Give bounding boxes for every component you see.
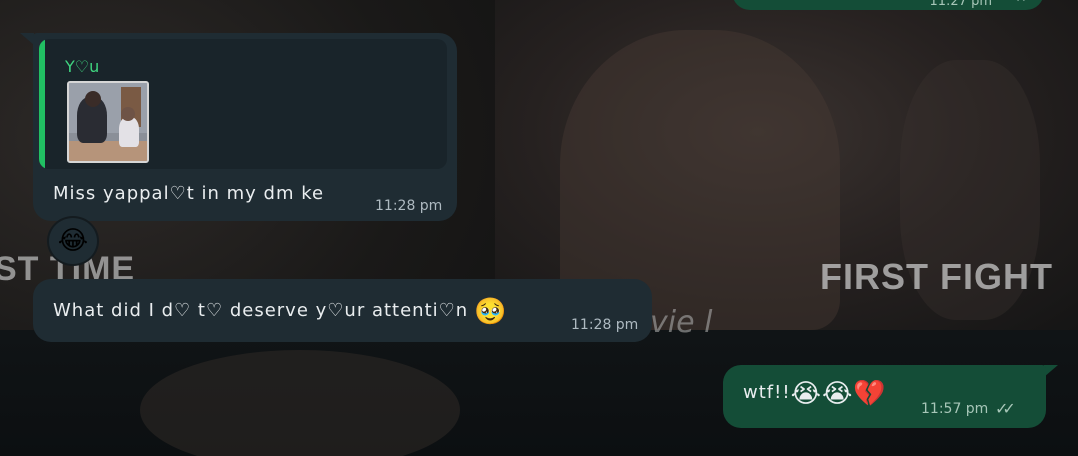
- reaction-badge[interactable]: 😂: [47, 216, 99, 266]
- message-bubble-incoming[interactable]: What did I d♡ t♡ deserve y♡ur attenti♡n 🥹…: [33, 279, 652, 342]
- double-check-icon: ✓✓: [995, 399, 1016, 418]
- quoted-reply[interactable]: Y♡u: [39, 39, 447, 169]
- message-text: Miss yappal♡t in my dm ke: [53, 183, 325, 204]
- message-bubble-incoming[interactable]: Y♡u Miss yappal♡t in my dm ke 11:28 pm: [33, 33, 457, 221]
- quote-accent-bar: [39, 39, 45, 169]
- message-time: 11:27 pm: [929, 0, 992, 9]
- bubble-tail: [1044, 365, 1058, 377]
- message-time: 11:28 pm: [571, 317, 639, 333]
- message-bubble-outgoing[interactable]: 11:27 pm ✓✓: [732, 0, 1044, 10]
- wallpaper-right-text: FIRST FIGHT: [820, 256, 1053, 297]
- wallpaper-script-text: vie l: [650, 305, 713, 340]
- quote-author: Y♡u: [65, 57, 100, 76]
- image-thumbnail[interactable]: [67, 81, 149, 163]
- pleading-face-emoji: 🥹: [474, 297, 508, 327]
- message-text: What did I d♡ t♡ deserve y♡ur attenti♡n: [53, 300, 469, 321]
- message-time: 11:57 pm: [921, 401, 989, 417]
- bubble-tail: [20, 33, 34, 45]
- message-bubble-outgoing[interactable]: wtf!!😭😭💔 11:57 pm ✓✓: [723, 365, 1046, 428]
- double-check-icon: ✓✓: [1015, 0, 1033, 6]
- message-time: 11:28 pm: [375, 198, 443, 214]
- message-text: wtf!!: [743, 382, 791, 403]
- crying-emoji: 😭😭💔: [790, 379, 887, 409]
